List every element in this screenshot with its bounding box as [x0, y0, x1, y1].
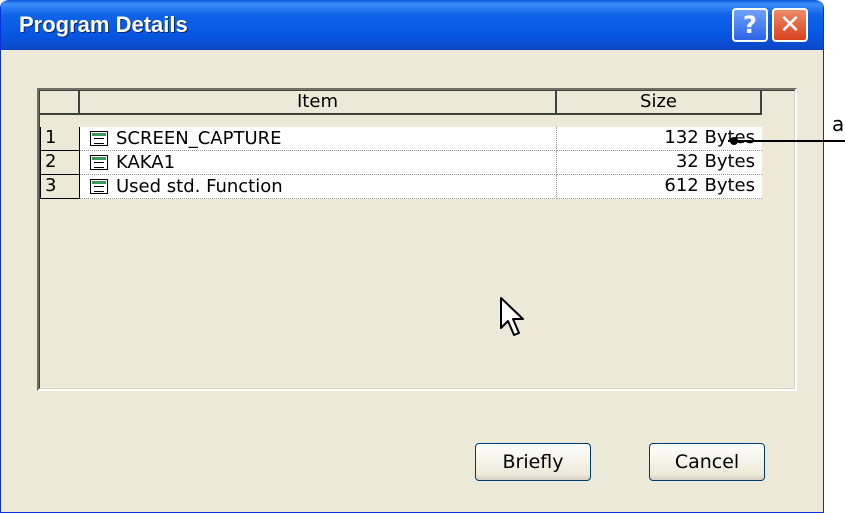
- size-column-header[interactable]: Size: [557, 91, 762, 115]
- dialog-title: Program Details: [19, 12, 188, 37]
- item-name: Used std. Function: [116, 175, 283, 197]
- size-cell: 32 Bytes: [557, 151, 762, 175]
- program-block-icon: [90, 131, 108, 146]
- item-name: KAKA1: [116, 151, 176, 173]
- item-cell: SCREEN_CAPTURE: [80, 127, 557, 151]
- program-list-table: Item Size 1 SCREEN_CAPTURE 132 Bytes 2 K…: [37, 88, 797, 391]
- callout-dot: [730, 137, 738, 145]
- program-block-icon: [90, 155, 108, 170]
- item-cell: Used std. Function: [80, 175, 557, 199]
- table-header: Item Size: [40, 91, 762, 115]
- item-name: SCREEN_CAPTURE: [116, 127, 282, 149]
- item-cell: KAKA1: [80, 151, 557, 175]
- help-button[interactable]: ?: [732, 8, 768, 42]
- table-row[interactable]: 1 SCREEN_CAPTURE 132 Bytes: [40, 127, 762, 151]
- row-number: 2: [40, 151, 80, 175]
- mouse-cursor-icon: [499, 296, 527, 343]
- program-block-icon: [90, 179, 108, 194]
- briefly-button[interactable]: Briefly: [475, 443, 591, 481]
- cancel-button[interactable]: Cancel: [649, 443, 765, 481]
- item-column-header[interactable]: Item: [80, 91, 557, 115]
- close-button[interactable]: ✕: [772, 8, 808, 42]
- title-bar[interactable]: Program Details ? ✕: [1, 0, 823, 50]
- program-details-dialog: Program Details ? ✕ Item Size 1 SCREEN_C…: [0, 0, 824, 513]
- callout-label: a: [832, 112, 845, 136]
- callout-line: [728, 140, 845, 142]
- row-number: 3: [40, 175, 80, 199]
- table-row[interactable]: 2 KAKA1 32 Bytes: [40, 151, 762, 175]
- size-cell: 612 Bytes: [557, 175, 762, 199]
- table-row[interactable]: 3 Used std. Function 612 Bytes: [40, 175, 762, 199]
- row-number: 1: [40, 127, 80, 151]
- row-number-header[interactable]: [40, 91, 80, 115]
